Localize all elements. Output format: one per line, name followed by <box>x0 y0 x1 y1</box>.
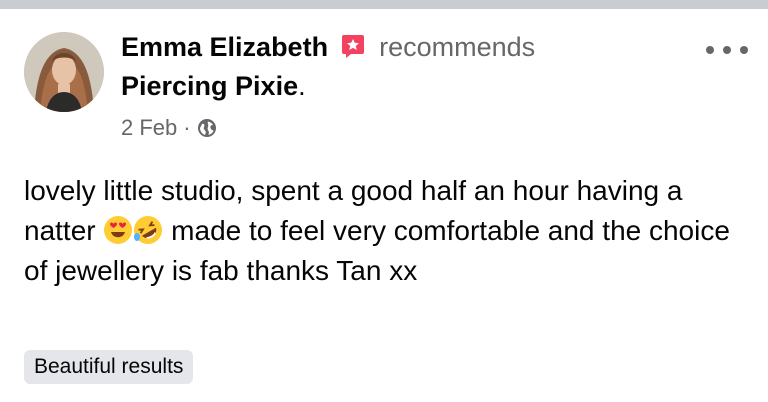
post-header-line: Emma Elizabeth recommends <box>121 31 535 66</box>
post-meta: 2 Feb · <box>121 115 217 141</box>
recommended-page-line: Piercing Pixie. <box>121 70 306 102</box>
top-divider <box>0 0 768 9</box>
page-name-period: . <box>298 71 306 101</box>
post-text: lovely little studio, spent a good half … <box>24 171 744 291</box>
author-name[interactable]: Emma Elizabeth <box>121 32 328 62</box>
avatar[interactable] <box>24 32 104 112</box>
post-date[interactable]: 2 Feb <box>121 115 177 141</box>
meta-separator: · <box>183 115 191 140</box>
more-dot <box>740 46 748 54</box>
recommendation-post: Emma Elizabeth recommends Piercing Pixie… <box>0 9 768 402</box>
recommendation-tag[interactable]: Beautiful results <box>24 350 194 384</box>
page-name-link[interactable]: Piercing Pixie <box>121 71 298 101</box>
recommends-label: recommends <box>379 32 536 62</box>
rolling-laughing-emoji <box>133 215 163 245</box>
heart-eyes-emoji <box>103 215 133 245</box>
profile-photo <box>24 32 104 112</box>
globe-icon[interactable] <box>197 118 217 138</box>
more-options-icon[interactable] <box>706 43 748 57</box>
more-dot <box>723 46 731 54</box>
recommend-flag-icon <box>340 33 366 66</box>
more-dot <box>706 46 714 54</box>
